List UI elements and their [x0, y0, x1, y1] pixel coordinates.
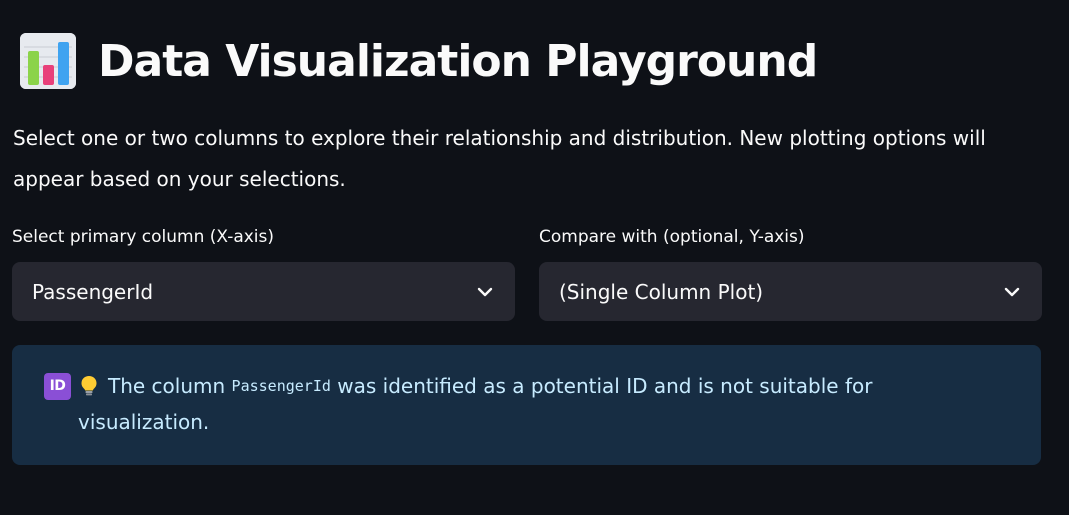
compare-column-value: (Single Column Plot) [559, 279, 764, 304]
primary-column-label: Select primary column (X-axis) [12, 227, 275, 247]
info-text-after: was identified as a potential ID and is … [337, 374, 873, 398]
info-text-line2: visualization. [78, 410, 210, 434]
compare-column-label: Compare with (optional, Y-axis) [539, 227, 805, 247]
id-badge-icon: ID [44, 372, 71, 400]
info-message-line: ID The column PassengerId was identified… [44, 371, 872, 401]
chevron-down-icon[interactable] [1002, 282, 1022, 302]
compare-column-field: Compare with (optional, Y-axis) (Single … [539, 224, 1042, 321]
id-column-info-alert: ID The column PassengerId was identified… [12, 345, 1041, 465]
primary-column-value: PassengerId [32, 279, 154, 304]
bar-chart-emoji-icon [20, 33, 76, 89]
page-title: Data Visualization Playground [98, 35, 818, 87]
page-header: Data Visualization Playground [20, 30, 818, 92]
column-name-code: PassengerId [231, 377, 331, 395]
intro-text: Select one or two columns to explore the… [13, 126, 986, 191]
app-page: Data Visualization Playground Select one… [0, 0, 1069, 515]
primary-column-field: Select primary column (X-axis) Passenger… [12, 224, 515, 321]
lightbulb-icon [80, 375, 98, 397]
info-text-before: The column [108, 374, 226, 398]
chevron-down-icon[interactable] [475, 282, 495, 302]
primary-column-select[interactable]: PassengerId [12, 262, 515, 321]
compare-column-select[interactable]: (Single Column Plot) [539, 262, 1042, 321]
